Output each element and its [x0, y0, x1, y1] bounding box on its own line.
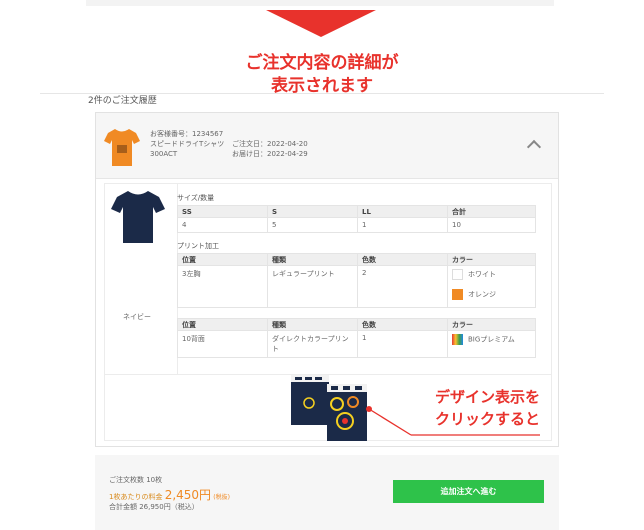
print-colors: ホワイト オレンジ [447, 265, 536, 308]
total-amount: 合計金額 26,950円（税込） [109, 503, 199, 511]
add-order-button[interactable]: 追加注文へ進む [393, 480, 544, 503]
print-header-position: 位置 [177, 318, 268, 331]
print-colors: BIGプレミアム [447, 330, 536, 358]
rainbow-swatch-icon [452, 334, 463, 345]
color-chip-big-premium: BIGプレミアム [452, 334, 531, 345]
print-header-count: 色数 [357, 318, 448, 331]
print-header-colors: カラー [447, 318, 536, 331]
print-position: 3左胸 [177, 265, 268, 308]
size-header-s: S [267, 205, 358, 218]
product-name: スピードドライTシャツ [150, 140, 225, 148]
color-name-orange: オレンジ [468, 290, 496, 299]
color-name-big-premium: BIGプレミアム [468, 335, 515, 344]
white-swatch-icon [452, 269, 463, 280]
size-value-ll: 1 [357, 217, 448, 233]
size-section-label: サイズ/数量 [177, 194, 215, 202]
annotation-click-design: デザイン表示を クリックすると [414, 386, 540, 430]
top-panel-fragment [86, 0, 554, 6]
orange-swatch-icon [452, 289, 463, 300]
order-history-title: 2件のご注文履歴 [88, 96, 157, 106]
size-header-ss: SS [177, 205, 268, 218]
print-table-2: 位置 種類 色数 カラー 10背面 ダイレクトカラープリント 1 BIGプレミア… [177, 318, 536, 358]
print-row: 10背面 ダイレクトカラープリント 1 BIGプレミアム [177, 330, 536, 358]
size-table: SS S LL 合計 4 5 1 10 [177, 205, 536, 233]
color-chip-orange: オレンジ [452, 289, 531, 300]
unit-price-value: 2,450円 [164, 488, 212, 502]
print-section-label: プリント加工 [177, 242, 219, 250]
total-quantity: ご注文枚数 10枚 [109, 476, 163, 484]
print-count: 2 [357, 265, 448, 308]
unit-price-label: 1枚あたりの料金 [109, 493, 163, 501]
size-header-ll: LL [357, 205, 448, 218]
color-name-white: ホワイト [468, 270, 496, 279]
product-code: 300ACT [150, 150, 178, 158]
size-value-ss: 4 [177, 217, 268, 233]
print-header-position: 位置 [177, 253, 268, 266]
order-meta-dates: ご注文日：2022-04-20 お届け日：2022-04-29 [232, 139, 308, 159]
color-chip-white: ホワイト [452, 269, 531, 280]
item-color-name: ネイビー [123, 313, 151, 321]
tshirt-thumbnail [104, 127, 140, 167]
annotation-line-2: 表示されます [271, 76, 373, 96]
design-preview-button[interactable] [291, 375, 375, 441]
item-tshirt-image [111, 189, 165, 245]
delivery-date: お届け日：2022-04-29 [232, 150, 308, 158]
print-type: レギュラープリント [267, 265, 358, 308]
print-header-type: 種類 [267, 253, 358, 266]
size-table-header: SS S LL 合計 [177, 205, 536, 218]
size-value-total: 10 [447, 217, 536, 233]
order-date: ご注文日：2022-04-20 [232, 140, 308, 148]
customer-number: お客様番号：1234567 [150, 130, 224, 138]
print-row: 3左胸 レギュラープリント 2 ホワイト オレンジ [177, 265, 536, 308]
size-value-s: 5 [267, 217, 358, 233]
print-type: ダイレクトカラープリント [267, 330, 358, 358]
print-header-count: 色数 [357, 253, 448, 266]
design-preview-image [291, 375, 367, 441]
down-arrow-icon [266, 10, 376, 37]
print-header-type: 種類 [267, 318, 358, 331]
order-summary: ご注文枚数 10枚 1枚あたりの料金 2,450円 (税抜) 合計金額 26,9… [95, 455, 559, 530]
annotation-click-line-2: クリックすると [434, 410, 540, 428]
unit-price-tax: (税抜) [213, 494, 230, 501]
print-header-colors: カラー [447, 253, 536, 266]
size-table-row: 4 5 1 10 [177, 217, 536, 233]
unit-price-line: 1枚あたりの料金 2,450円 (税抜) [109, 486, 230, 503]
order-meta-left: お客様番号：1234567 スピードドライTシャツ 300ACT [150, 129, 224, 159]
print-count: 1 [357, 330, 448, 358]
annotation-click-line-1: デザイン表示を [434, 388, 540, 406]
print-position: 10背面 [177, 330, 268, 358]
chevron-up-icon[interactable] [526, 139, 542, 155]
size-header-total: 合計 [447, 205, 536, 218]
print-table-1: 位置 種類 色数 カラー 3左胸 レギュラープリント 2 ホワイト オレンジ [177, 253, 536, 308]
print-table-header: 位置 種類 色数 カラー [177, 318, 536, 331]
order-header[interactable]: お客様番号：1234567 スピードドライTシャツ 300ACT ご注文日：20… [96, 113, 558, 179]
annotation-detail-shown: ご注文内容の詳細が 表示されます [180, 52, 464, 98]
annotation-line-1: ご注文内容の詳細が [245, 53, 399, 73]
print-table-header: 位置 種類 色数 カラー [177, 253, 536, 266]
